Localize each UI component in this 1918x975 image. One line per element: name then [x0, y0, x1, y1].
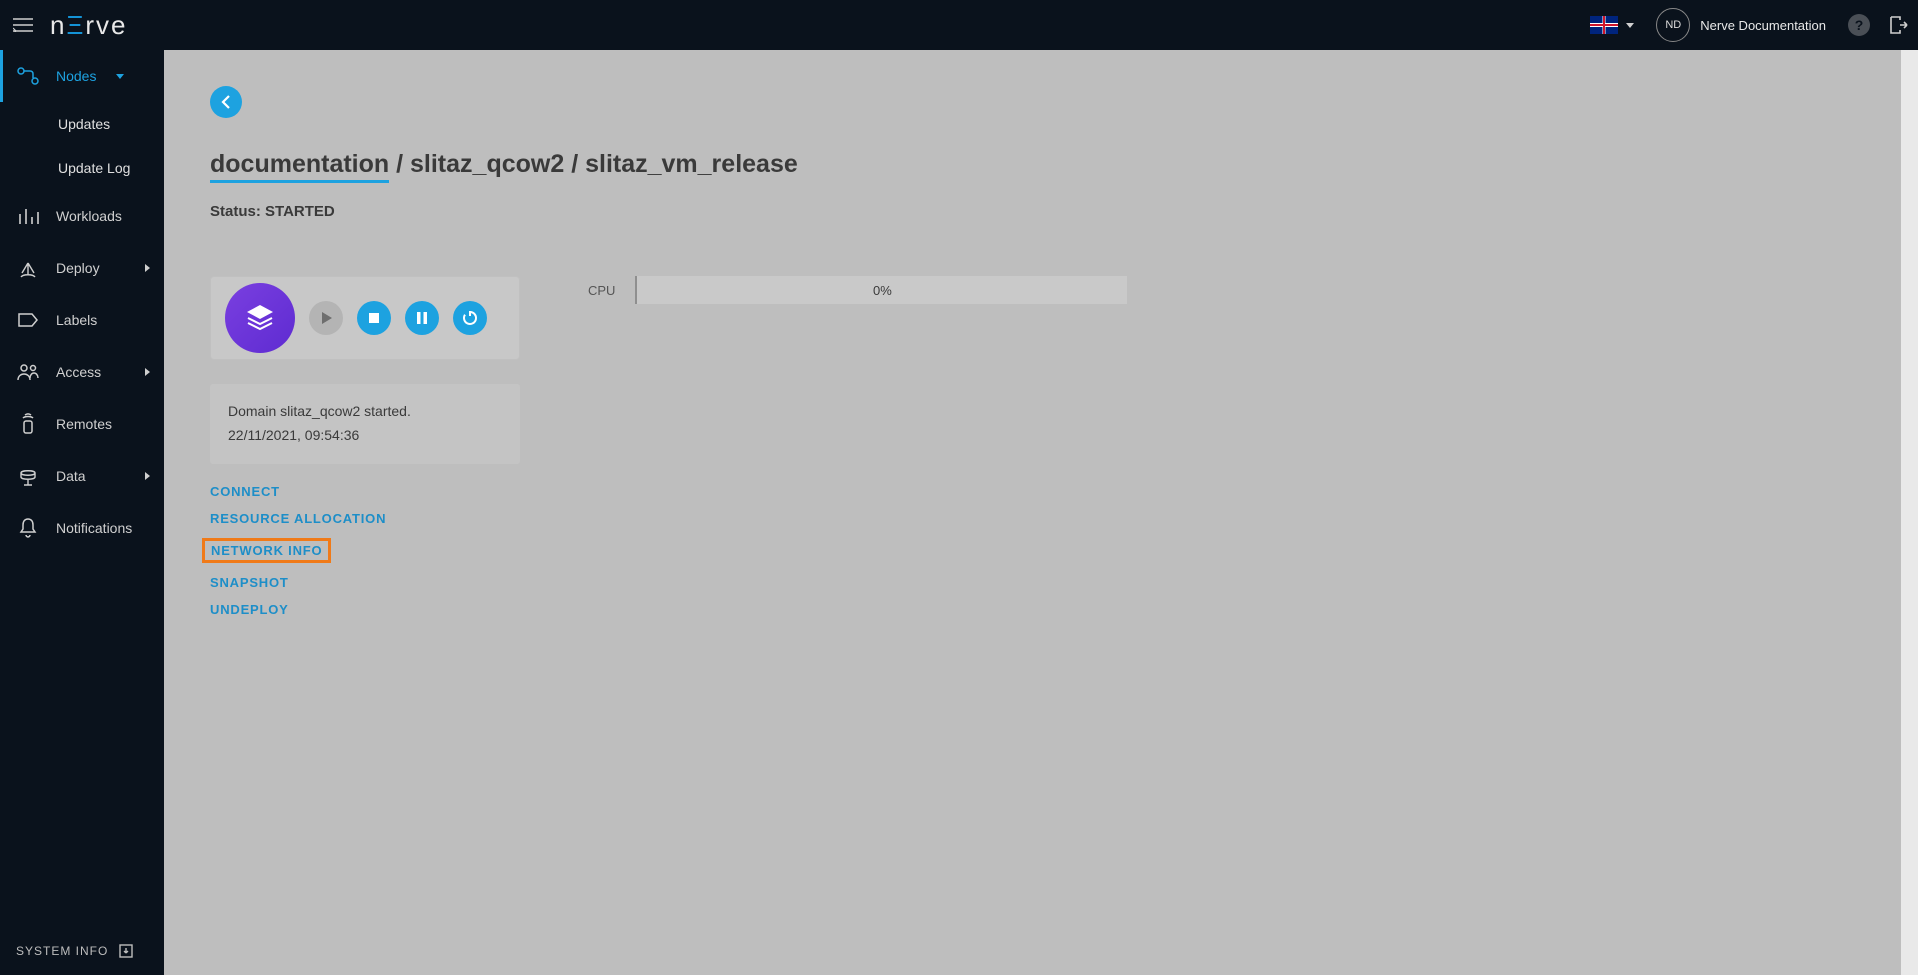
play-icon [320, 311, 332, 325]
restart-button[interactable] [453, 301, 487, 335]
chevron-right-icon [145, 264, 150, 272]
play-button[interactable] [309, 301, 343, 335]
action-connect[interactable]: CONNECT [210, 484, 280, 499]
sidebar-item-nodes[interactable]: Nodes [0, 50, 164, 102]
status-log-card: Domain slitaz_qcow2 started. 22/11/2021,… [210, 384, 520, 464]
sidebar-subitem-update-log[interactable]: Update Log [0, 146, 164, 190]
sidebar-item-workloads[interactable]: Workloads [0, 190, 164, 242]
layers-icon [243, 301, 277, 335]
chevron-left-icon [221, 95, 231, 109]
nodes-icon [16, 64, 40, 88]
sidebar: Nodes Updates Update Log Workloads Deplo… [0, 50, 164, 975]
workload-control-card [210, 276, 520, 360]
breadcrumb-sep: / [564, 150, 585, 178]
restart-icon [462, 310, 478, 326]
sidebar-item-remotes[interactable]: Remotes [0, 398, 164, 450]
stop-button[interactable] [357, 301, 391, 335]
sidebar-label-notifications: Notifications [56, 520, 132, 536]
stop-icon [368, 312, 380, 324]
sidebar-item-notifications[interactable]: Notifications [0, 502, 164, 554]
logo-e: Ξ [66, 10, 85, 40]
chevron-right-icon [145, 368, 150, 376]
top-bar: nΞrve ND Nerve Documentation ? [0, 0, 1918, 50]
breadcrumb-workload[interactable]: slitaz_qcow2 [410, 150, 564, 178]
breadcrumb-root[interactable]: documentation [210, 150, 389, 183]
workload-actions: CONNECT RESOURCE ALLOCATION NETWORK INFO… [210, 484, 520, 617]
sidebar-item-access[interactable]: Access [0, 346, 164, 398]
logout-icon [1888, 15, 1908, 35]
pause-button[interactable] [405, 301, 439, 335]
logo-rve: rve [85, 10, 127, 40]
main-content: documentation / slitaz_qcow2 / slitaz_vm… [164, 50, 1918, 975]
sidebar-system-info[interactable]: SYSTEM INFO [0, 927, 164, 975]
cpu-gauge: CPU 0% [588, 276, 1127, 304]
sidebar-subitem-updates[interactable]: Updates [0, 102, 164, 146]
labels-icon [16, 308, 40, 332]
sidebar-label-nodes: Nodes [56, 68, 96, 84]
action-undeploy[interactable]: UNDEPLOY [210, 602, 289, 617]
log-timestamp: 22/11/2021, 09:54:36 [228, 424, 502, 448]
chevron-down-icon [116, 74, 124, 79]
user-name-label: Nerve Documentation [1700, 18, 1826, 33]
action-resource-allocation[interactable]: RESOURCE ALLOCATION [210, 511, 386, 526]
system-info-label: SYSTEM INFO [16, 944, 108, 958]
bell-icon [16, 516, 40, 540]
menu-toggle-button[interactable] [0, 0, 46, 50]
status-line: Status: STARTED [210, 203, 1872, 220]
action-snapshot[interactable]: SNAPSHOT [210, 575, 289, 590]
workload-type-badge [225, 283, 295, 353]
back-button[interactable] [210, 86, 242, 118]
pause-icon [416, 311, 428, 325]
download-icon [118, 943, 134, 959]
workloads-icon [16, 204, 40, 228]
chevron-down-icon [1626, 23, 1634, 28]
sidebar-label-data: Data [56, 468, 86, 484]
sidebar-item-data[interactable]: Data [0, 450, 164, 502]
cpu-value: 0% [873, 283, 892, 298]
data-icon [16, 464, 40, 488]
chevron-right-icon [145, 472, 150, 480]
sidebar-item-labels[interactable]: Labels [0, 294, 164, 346]
brand-logo[interactable]: nΞrve [50, 10, 128, 41]
action-network-info[interactable]: NETWORK INFO [202, 538, 331, 563]
remotes-icon [16, 412, 40, 436]
help-button[interactable]: ? [1848, 14, 1870, 36]
breadcrumb-version: slitaz_vm_release [585, 150, 798, 178]
access-icon [16, 360, 40, 384]
user-avatar[interactable]: ND [1656, 8, 1690, 42]
deploy-icon [16, 256, 40, 280]
status-value: STARTED [265, 203, 335, 220]
language-selector[interactable] [1576, 16, 1648, 34]
logo-n: n [50, 10, 66, 40]
sidebar-label-labels: Labels [56, 312, 97, 328]
cpu-label: CPU [588, 283, 615, 298]
cpu-bar: 0% [635, 276, 1127, 304]
flag-uk-icon [1590, 16, 1618, 34]
hamburger-icon [13, 18, 33, 32]
status-label: Status: [210, 203, 265, 220]
sidebar-label-deploy: Deploy [56, 260, 100, 276]
sidebar-label-remotes: Remotes [56, 416, 112, 432]
sidebar-label-access: Access [56, 364, 101, 380]
log-message: Domain slitaz_qcow2 started. [228, 400, 502, 424]
breadcrumb-sep: / [389, 150, 410, 178]
logout-button[interactable] [1878, 0, 1918, 50]
sidebar-label-workloads: Workloads [56, 208, 122, 224]
sidebar-item-deploy[interactable]: Deploy [0, 242, 164, 294]
breadcrumb: documentation / slitaz_qcow2 / slitaz_vm… [210, 150, 1872, 179]
scrollbar[interactable] [1901, 50, 1918, 975]
